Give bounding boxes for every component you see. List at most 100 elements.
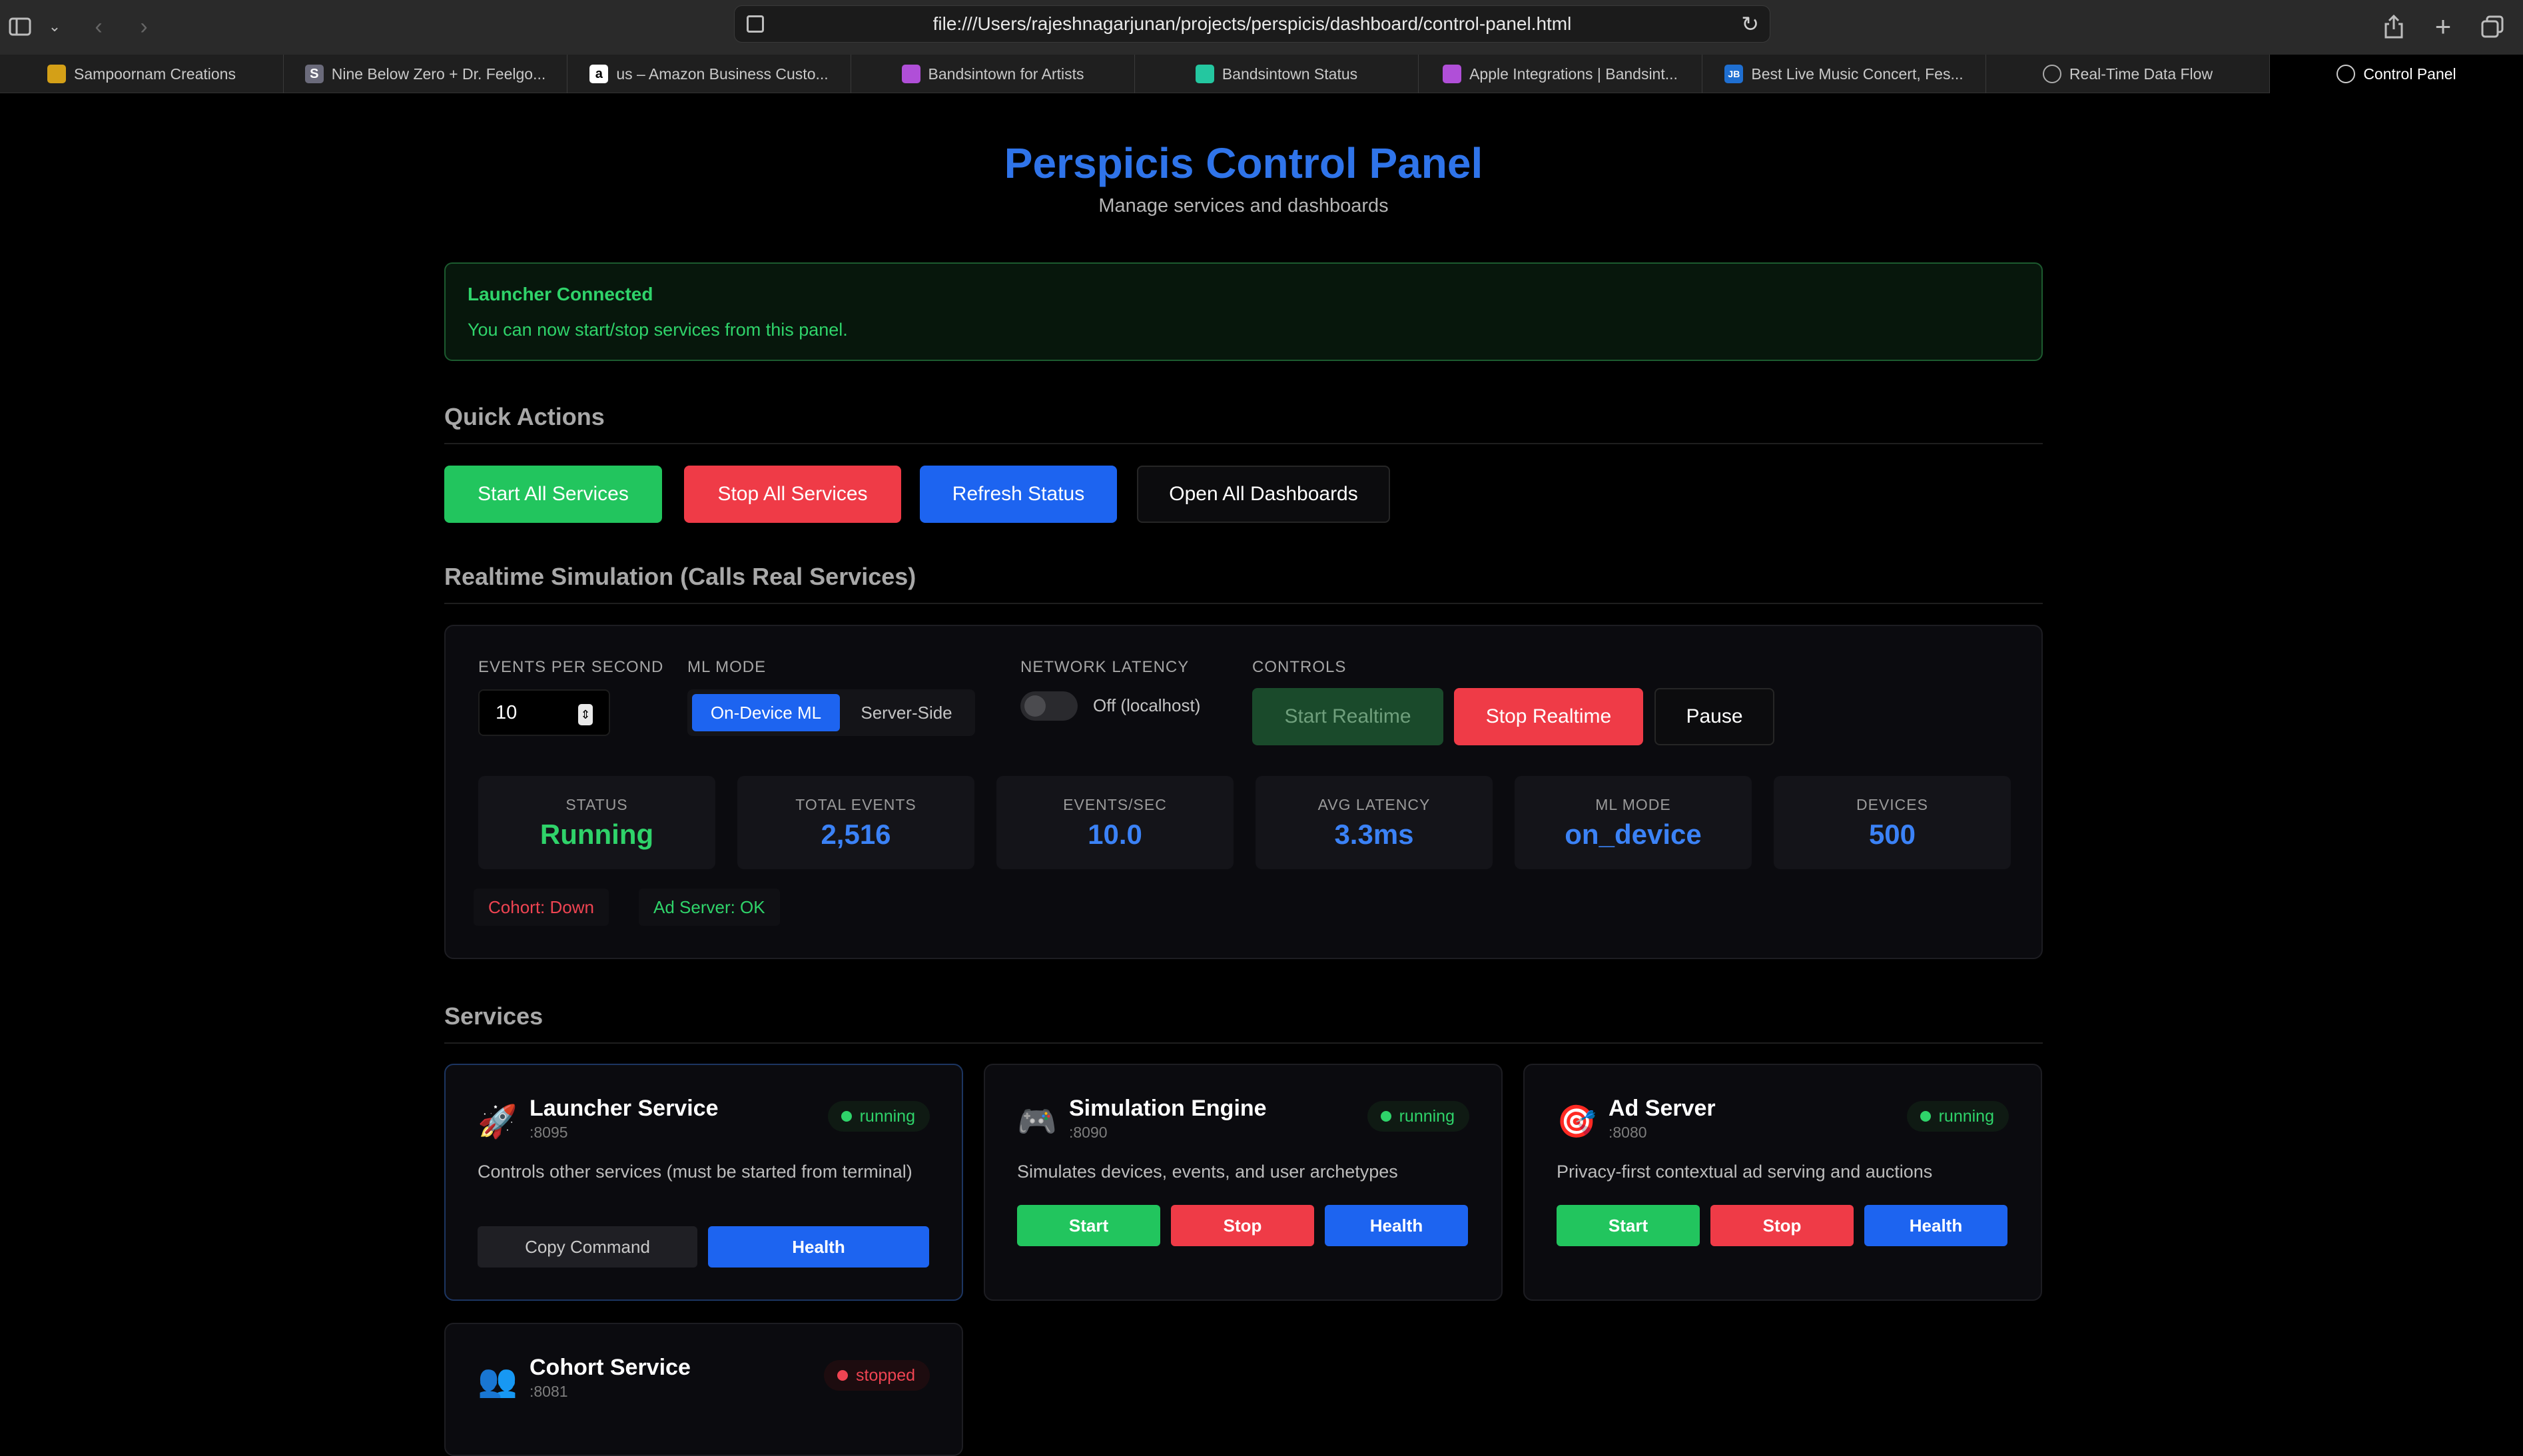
tab-bar: Sampoornam Creations S Nine Below Zero + … <box>0 55 2523 93</box>
tab-apple-integrations[interactable]: Apple Integrations | Bandsint... <box>1419 55 1702 93</box>
tab-overview-icon[interactable] <box>2475 9 2510 44</box>
stat-label: ML MODE <box>1595 796 1671 813</box>
forward-icon[interactable]: › <box>127 9 161 44</box>
compass-icon <box>2337 65 2356 83</box>
status-dot <box>841 1111 852 1122</box>
tab-label: Nine Below Zero + Dr. Feelgo... <box>331 65 546 83</box>
stat-status: STATUS Running <box>478 776 715 869</box>
stat-label: TOTAL EVENTS <box>795 796 916 813</box>
events-per-second-input[interactable]: 10 ⇕ <box>478 689 610 736</box>
tab-label: us – Amazon Business Custo... <box>616 65 829 83</box>
stat-label: STATUS <box>565 796 628 813</box>
tab-sampoornam[interactable]: Sampoornam Creations <box>0 55 284 93</box>
pause-button[interactable]: Pause <box>1654 688 1774 745</box>
ml-mode-toggle: On-Device ML Server-Side <box>687 689 975 736</box>
alert-title: Launcher Connected <box>468 284 653 304</box>
back-icon[interactable]: ‹ <box>81 9 116 44</box>
network-latency-toggle[interactable] <box>1020 691 1078 721</box>
tab-label: Real-Time Data Flow <box>2069 65 2213 83</box>
tab-label: Best Live Music Concert, Fes... <box>1751 65 1964 83</box>
stat-value: 2,516 <box>821 819 891 850</box>
start-button[interactable]: Start <box>1017 1205 1160 1246</box>
network-latency-value: Off (localhost) <box>1093 695 1201 715</box>
stop-button[interactable]: Stop <box>1710 1205 1854 1246</box>
stat-value: on_device <box>1565 819 1702 850</box>
stat-label: EVENTS/SEC <box>1063 796 1167 813</box>
status-text: running <box>1399 1106 1455 1126</box>
gamepad-icon: 🎮 <box>1017 1104 1057 1140</box>
page-subtitle: Manage services and dashboards <box>1098 195 1389 216</box>
service-name: Ad Server <box>1609 1096 1716 1121</box>
service-port: :8080 <box>1609 1124 1647 1141</box>
stepper-icon[interactable]: ⇕ <box>578 704 593 725</box>
page: Perspicis Control Panel Manage services … <box>0 94 2523 1456</box>
status-dot <box>1380 1111 1391 1122</box>
stat-avg-latency: AVG LATENCY 3.3ms <box>1256 776 1493 869</box>
tab-favicon: S <box>304 65 324 83</box>
service-card-ad-server: 🎯 Ad Server :8080 running Privacy-first … <box>1523 1064 2042 1301</box>
amazon-favicon: a <box>589 65 609 83</box>
tab-realtime-data-flow[interactable]: Real-Time Data Flow <box>1986 55 2270 93</box>
ad-server-status-chip: Ad Server: OK <box>639 889 780 926</box>
stat-label: AVG LATENCY <box>1317 796 1431 813</box>
tab-best-live-music[interactable]: JB Best Live Music Concert, Fes... <box>1702 55 1986 93</box>
quick-actions-heading: Quick Actions <box>444 403 2043 444</box>
stat-ml-mode: ML MODE on_device <box>1515 776 1752 869</box>
page-title: Perspicis Control Panel <box>1004 139 1483 187</box>
refresh-status-button[interactable]: Refresh Status <box>920 466 1117 523</box>
rocket-icon: 🚀 <box>478 1104 518 1140</box>
address-bar[interactable]: file:///Users/rajeshnagarjunan/projects/… <box>734 5 1770 43</box>
new-tab-icon[interactable]: + <box>2426 9 2460 44</box>
health-button[interactable]: Health <box>708 1226 929 1268</box>
tab-nine-below-zero[interactable]: S Nine Below Zero + Dr. Feelgo... <box>284 55 567 93</box>
start-button[interactable]: Start <box>1557 1205 1700 1246</box>
tab-control-panel[interactable]: Control Panel <box>2270 55 2523 93</box>
stop-all-services-button[interactable]: Stop All Services <box>684 466 901 523</box>
alert-text: You can now start/stop services from thi… <box>468 320 848 340</box>
copy-command-button[interactable]: Copy Command <box>478 1226 697 1268</box>
status-text: running <box>1938 1106 1994 1126</box>
service-name: Simulation Engine <box>1069 1096 1267 1121</box>
service-description: Controls other services (must be started… <box>478 1162 912 1182</box>
status-badge: stopped <box>824 1360 930 1391</box>
bandsintown-favicon <box>1195 65 1214 83</box>
browser-toolbar: ⌄ ‹ › file:///Users/rajeshnagarjunan/pro… <box>0 0 2523 55</box>
events-per-second-label: EVENTS PER SECOND <box>478 658 664 676</box>
tab-bandsintown-status[interactable]: Bandsintown Status <box>1135 55 1419 93</box>
bandsintown-favicon <box>901 65 920 83</box>
tab-label: Apple Integrations | Bandsint... <box>1469 65 1678 83</box>
services-heading: Services <box>444 1002 2043 1044</box>
service-card-launcher: 🚀 Launcher Service :8095 running Control… <box>444 1064 963 1301</box>
health-button[interactable]: Health <box>1325 1205 1468 1246</box>
service-description: Simulates devices, events, and user arch… <box>1017 1162 1398 1182</box>
on-device-ml-option[interactable]: On-Device ML <box>692 694 840 731</box>
chevron-down-icon[interactable]: ⌄ <box>37 9 72 44</box>
start-realtime-button[interactable]: Start Realtime <box>1252 688 1443 745</box>
controls-label: CONTROLS <box>1252 658 1347 676</box>
status-text: stopped <box>856 1365 915 1385</box>
simulation-panel: EVENTS PER SECOND 10 ⇕ ML MODE On-Device… <box>444 625 2043 959</box>
toggle-knob <box>1024 695 1046 717</box>
launcher-connected-alert: Launcher Connected You can now start/sto… <box>444 262 2043 361</box>
users-icon: 👥 <box>478 1363 518 1399</box>
compass-icon <box>2042 65 2061 83</box>
ml-mode-label: ML MODE <box>687 658 767 676</box>
stat-devices: DEVICES 500 <box>1774 776 2011 869</box>
stop-button[interactable]: Stop <box>1171 1205 1314 1246</box>
server-side-option[interactable]: Server-Side <box>843 694 970 731</box>
realtime-simulation-heading: Realtime Simulation (Calls Real Services… <box>444 563 2043 604</box>
reload-icon[interactable]: ↻ <box>1741 11 1759 37</box>
status-badge: running <box>1906 1101 2009 1132</box>
status-badge: running <box>827 1101 930 1132</box>
open-all-dashboards-button[interactable]: Open All Dashboards <box>1137 466 1390 523</box>
stat-label: DEVICES <box>1856 796 1928 813</box>
stat-value: 500 <box>1868 819 1916 850</box>
tab-bandsintown-artists[interactable]: Bandsintown for Artists <box>851 55 1135 93</box>
sidebar-toggle-icon[interactable] <box>3 9 37 44</box>
service-description: Privacy-first contextual ad serving and … <box>1557 1162 1933 1182</box>
tab-amazon-business[interactable]: a us – Amazon Business Custo... <box>567 55 851 93</box>
stop-realtime-button[interactable]: Stop Realtime <box>1454 688 1643 745</box>
health-button[interactable]: Health <box>1864 1205 2007 1246</box>
start-all-services-button[interactable]: Start All Services <box>444 466 662 523</box>
share-icon[interactable] <box>2376 9 2411 44</box>
